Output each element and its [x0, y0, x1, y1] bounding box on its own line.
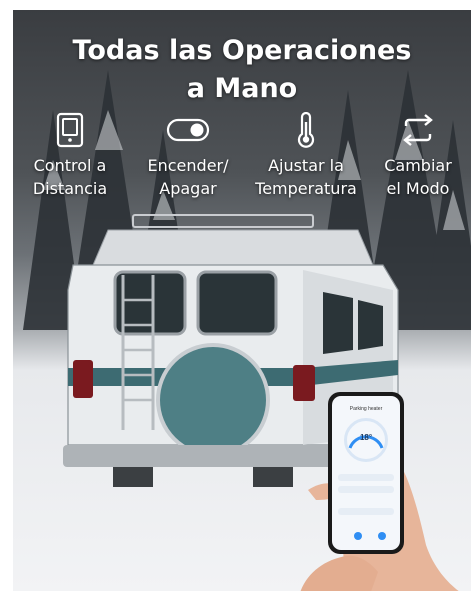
- app-row[interactable]: [338, 474, 394, 481]
- temperature-value: 18°: [359, 433, 373, 442]
- feature-label-line-1: Control a: [33, 156, 107, 175]
- headline-line-2: a Mano: [186, 73, 298, 104]
- headline-line-1: Todas las Operaciones: [72, 35, 412, 66]
- feature-label-line-1: Cambiar: [384, 156, 452, 175]
- feature-label-line-1: Encender/: [147, 156, 229, 175]
- feature-label-line-1: Ajustar la: [268, 156, 344, 175]
- phone-in-hand: Parking heater 18°: [283, 380, 471, 591]
- feature-power: Encender/ Apagar: [129, 112, 247, 200]
- power-toggle-icon: [166, 118, 210, 142]
- app-row[interactable]: [338, 508, 394, 515]
- phone-remote-icon: [56, 112, 84, 148]
- smartphone: Parking heater 18°: [328, 392, 404, 554]
- headline: Todas las Operaciones a Mano: [13, 32, 471, 108]
- feature-mode: Cambiar el Modo: [359, 112, 471, 200]
- swap-mode-icon: [403, 114, 433, 146]
- feature-label-line-2: Temperatura: [255, 179, 357, 198]
- feature-label-line-2: Distancia: [32, 179, 108, 198]
- feature-temperature: Ajustar la Temperatura: [247, 112, 365, 200]
- feature-remote-control: Control a Distancia: [13, 112, 129, 200]
- app-button[interactable]: [378, 532, 386, 540]
- product-banner: Todas las Operaciones a Mano Control a D…: [13, 10, 471, 591]
- feature-label-line-2: Apagar: [159, 179, 217, 198]
- thermometer-icon: [297, 112, 315, 148]
- feature-label-line-2: el Modo: [386, 179, 450, 198]
- app-row[interactable]: [338, 486, 394, 493]
- app-title: Parking heater: [349, 406, 383, 412]
- frame: Todas las Operaciones a Mano Control a D…: [0, 0, 471, 591]
- heater-app-screen: Parking heater 18°: [332, 396, 400, 550]
- app-button[interactable]: [354, 532, 362, 540]
